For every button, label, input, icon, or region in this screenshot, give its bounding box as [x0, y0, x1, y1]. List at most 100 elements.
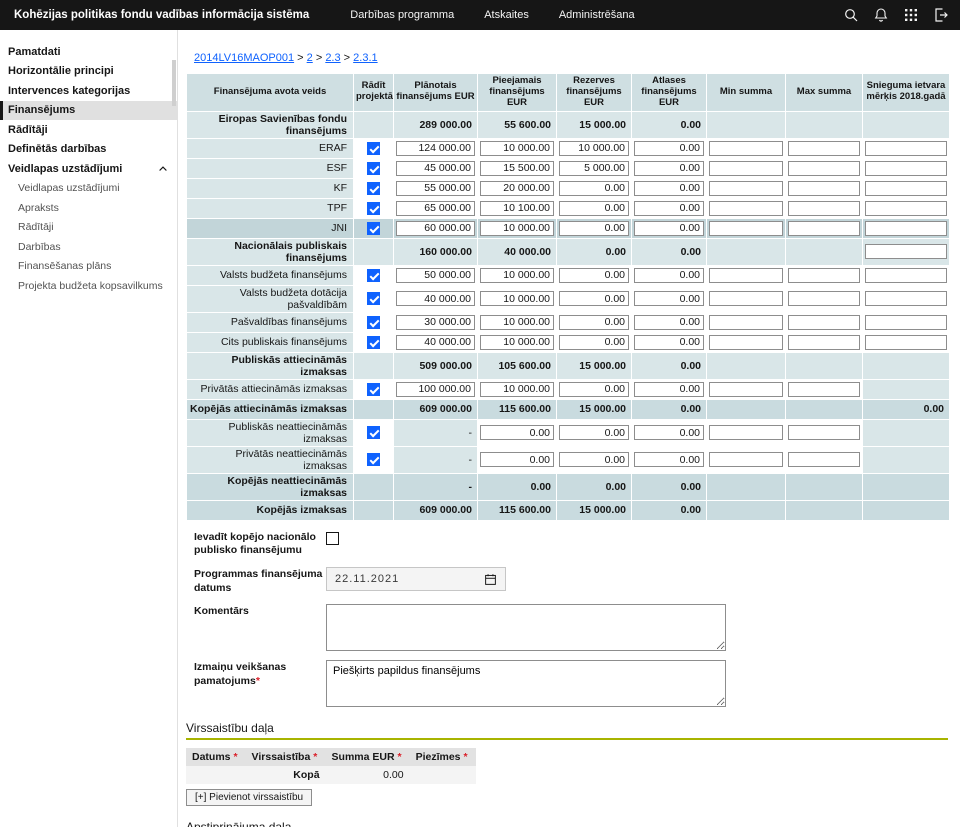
sidebar-item-raditaji[interactable]: Rādītāji — [0, 120, 177, 140]
sidebar-item-finansesanas-plans[interactable]: Finansēšanas plāns — [0, 257, 177, 277]
notifications-icon[interactable] — [866, 0, 896, 30]
max-summa-input[interactable] — [788, 141, 860, 156]
planotais-input[interactable] — [396, 382, 475, 397]
sidebar-item-intervences-kategorijas[interactable]: Intervences kategorijas — [0, 81, 177, 101]
atlases-input[interactable] — [634, 141, 704, 156]
atlases-input[interactable] — [634, 161, 704, 176]
pieejamais-input[interactable] — [480, 161, 554, 176]
radit-projekta-checkbox[interactable] — [367, 222, 380, 235]
planotais-input[interactable] — [396, 161, 475, 176]
breadcrumb-link[interactable]: 2.3.1 — [353, 52, 377, 64]
breadcrumb-link[interactable]: 2014LV16MAOP001 — [194, 52, 294, 64]
max-summa-input[interactable] — [788, 291, 860, 306]
planotais-input[interactable] — [396, 268, 475, 283]
max-summa-input[interactable] — [788, 382, 860, 397]
atlases-input[interactable] — [634, 268, 704, 283]
search-icon[interactable] — [836, 0, 866, 30]
min-summa-input[interactable] — [709, 141, 783, 156]
pieejamais-input[interactable] — [480, 315, 554, 330]
rezerves-input[interactable] — [559, 201, 629, 216]
max-summa-input[interactable] — [788, 425, 860, 440]
pieejamais-input[interactable] — [480, 221, 554, 236]
radit-projekta-checkbox[interactable] — [367, 453, 380, 466]
atlases-input[interactable] — [634, 291, 704, 306]
rezerves-input[interactable] — [559, 425, 629, 440]
min-summa-input[interactable] — [709, 452, 783, 467]
min-summa-input[interactable] — [709, 291, 783, 306]
pieejamais-input[interactable] — [480, 425, 554, 440]
max-summa-input[interactable] — [788, 315, 860, 330]
sidebar-item-horizontalie-principi[interactable]: Horizontālie principi — [0, 62, 177, 82]
min-summa-input[interactable] — [709, 268, 783, 283]
rezerves-input[interactable] — [559, 221, 629, 236]
atlases-input[interactable] — [634, 452, 704, 467]
topbar-menu-darbibas-programma[interactable]: Darbības programma — [335, 0, 469, 30]
radit-projekta-checkbox[interactable] — [367, 142, 380, 155]
snieguma-ietvars-input[interactable] — [865, 291, 947, 306]
radit-projekta-checkbox[interactable] — [367, 182, 380, 195]
national-total-checkbox[interactable] — [326, 532, 339, 545]
snieguma-ietvars-input[interactable] — [865, 161, 947, 176]
sidebar-item-veidlapas-uzstadijumi[interactable]: Veidlapas uzstādījumi — [0, 179, 177, 199]
radit-projekta-checkbox[interactable] — [367, 162, 380, 175]
pieejamais-input[interactable] — [480, 141, 554, 156]
snieguma-ietvars-input[interactable] — [865, 315, 947, 330]
min-summa-input[interactable] — [709, 315, 783, 330]
pieejamais-input[interactable] — [480, 268, 554, 283]
min-summa-input[interactable] — [709, 181, 783, 196]
atlases-input[interactable] — [634, 425, 704, 440]
atlases-input[interactable] — [634, 315, 704, 330]
max-summa-input[interactable] — [788, 201, 860, 216]
radit-projekta-checkbox[interactable] — [367, 292, 380, 305]
snieguma-ietvars-input[interactable] — [865, 221, 947, 236]
min-summa-input[interactable] — [709, 161, 783, 176]
rezerves-input[interactable] — [559, 382, 629, 397]
rezerves-input[interactable] — [559, 141, 629, 156]
snieguma-ietvars-input[interactable] — [865, 244, 947, 259]
snieguma-ietvars-input[interactable] — [865, 268, 947, 283]
pieejamais-input[interactable] — [480, 452, 554, 467]
snieguma-ietvars-input[interactable] — [865, 201, 947, 216]
breadcrumb-link[interactable]: 2.3 — [325, 52, 340, 64]
sidebar-item-projekta-budzeta-kopsavilkums[interactable]: Projekta budžeta kopsavilkums — [0, 276, 177, 296]
min-summa-input[interactable] — [709, 425, 783, 440]
rezerves-input[interactable] — [559, 268, 629, 283]
atlases-input[interactable] — [634, 221, 704, 236]
sidebar-item-raditaji[interactable]: Rādītāji — [0, 218, 177, 238]
pieejamais-input[interactable] — [480, 335, 554, 350]
min-summa-input[interactable] — [709, 221, 783, 236]
max-summa-input[interactable] — [788, 161, 860, 176]
topbar-menu-administresana[interactable]: Administrēšana — [544, 0, 650, 30]
sidebar-item-definetas-darbibas[interactable]: Definētās darbības — [0, 140, 177, 160]
max-summa-input[interactable] — [788, 221, 860, 236]
rezerves-input[interactable] — [559, 315, 629, 330]
planotais-input[interactable] — [396, 221, 475, 236]
pieejamais-input[interactable] — [480, 201, 554, 216]
radit-projekta-checkbox[interactable] — [367, 383, 380, 396]
max-summa-input[interactable] — [788, 335, 860, 350]
pieejamais-input[interactable] — [480, 382, 554, 397]
rezerves-input[interactable] — [559, 181, 629, 196]
planotais-input[interactable] — [396, 201, 475, 216]
topbar-menu-atskaites[interactable]: Atskaites — [469, 0, 544, 30]
snieguma-ietvars-input[interactable] — [865, 141, 947, 156]
radit-projekta-checkbox[interactable] — [367, 269, 380, 282]
min-summa-input[interactable] — [709, 382, 783, 397]
sidebar-item-veidlapas-uzstadijumi[interactable]: Veidlapas uzstādījumi — [0, 159, 177, 179]
reason-textarea[interactable]: Piešķirts papildus finansējums — [326, 660, 726, 707]
sidebar-scrollbar[interactable] — [172, 60, 176, 106]
app-switcher-icon[interactable] — [896, 0, 926, 30]
atlases-input[interactable] — [634, 201, 704, 216]
add-virssaistiba-button[interactable]: [+] Pievienot virssaistību — [186, 789, 312, 806]
sidebar-item-finansejums[interactable]: Finansējums — [0, 101, 177, 121]
max-summa-input[interactable] — [788, 452, 860, 467]
rezerves-input[interactable] — [559, 161, 629, 176]
min-summa-input[interactable] — [709, 335, 783, 350]
snieguma-ietvars-input[interactable] — [865, 181, 947, 196]
sidebar-item-darbibas[interactable]: Darbības — [0, 237, 177, 257]
comment-textarea[interactable] — [326, 604, 726, 651]
min-summa-input[interactable] — [709, 201, 783, 216]
planotais-input[interactable] — [396, 315, 475, 330]
radit-projekta-checkbox[interactable] — [367, 316, 380, 329]
planotais-input[interactable] — [396, 291, 475, 306]
